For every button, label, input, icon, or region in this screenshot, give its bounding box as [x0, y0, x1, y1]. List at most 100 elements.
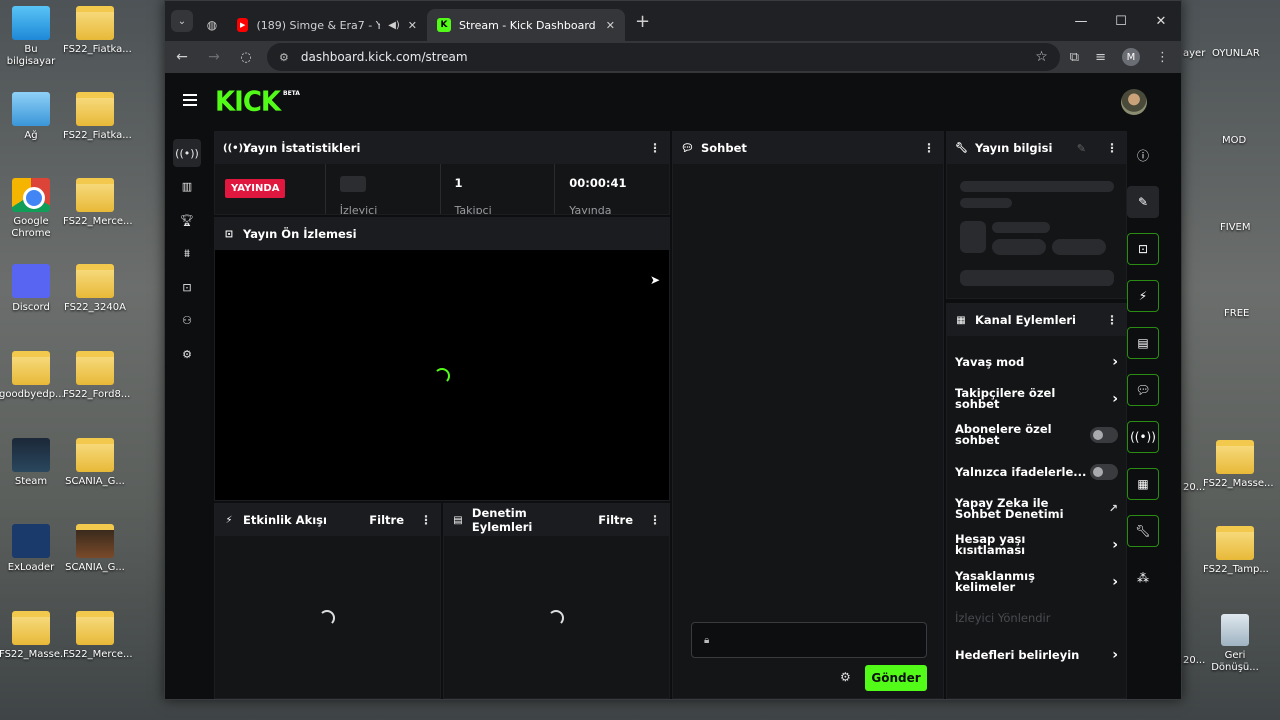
users-icon[interactable]: ⚇ — [173, 307, 201, 335]
more-options-icon[interactable]: ⋮ — [923, 141, 935, 155]
desktop-icon[interactable]: FS22_Fiatka... — [63, 92, 132, 142]
analytics-icon[interactable]: ▥ — [173, 173, 201, 201]
close-tab-icon[interactable]: ✕ — [606, 19, 615, 32]
kick-logo[interactable]: KICK — [215, 88, 281, 115]
filter-button[interactable]: Filtre — [369, 513, 404, 527]
desktop-icon-label: FS22_Tamp... — [1203, 564, 1269, 575]
channel-action-item[interactable]: Yalnızca ifadelerle... — [947, 454, 1126, 491]
broadcast-icon[interactable]: ((•)) — [1127, 421, 1159, 453]
desktop-icon[interactable]: FS22_3240A — [63, 264, 127, 314]
desktop-icon[interactable]: SCANIA_G... — [63, 438, 127, 488]
menu-icon[interactable] — [183, 94, 197, 106]
tab-kick-dashboard[interactable]: K Stream - Kick Dashboard ✕ — [427, 9, 625, 41]
chat-icon[interactable]: 💬︎ — [1127, 374, 1159, 406]
address-bar[interactable]: ⚙ dashboard.kick.com/stream ☆ — [267, 43, 1060, 71]
desktop-label[interactable]: 20... — [1183, 482, 1205, 493]
bookmark-star-icon[interactable]: ☆ — [1035, 49, 1048, 65]
camera-frame-icon[interactable]: ⊡ — [173, 273, 201, 301]
desktop-folder-fivem[interactable]: FIVEM — [1220, 222, 1251, 233]
toggle-switch[interactable] — [1090, 464, 1118, 481]
desktop-icon-fs22-tamp[interactable]: FS22_Tamp... — [1203, 526, 1269, 576]
new-tab-button[interactable]: + — [635, 11, 650, 32]
stat-followers: 1 Takipçi — [441, 164, 556, 214]
desktop-icon[interactable]: FS22_Masse... — [0, 611, 70, 661]
minimize-icon[interactable]: — — [1061, 1, 1101, 41]
close-window-icon[interactable]: ✕ — [1141, 1, 1181, 41]
close-tab-icon[interactable]: ✕ — [408, 19, 417, 32]
forward-icon[interactable]: → — [203, 49, 225, 65]
desktop-icon[interactable]: FS22_Ford8... — [63, 351, 130, 401]
tab-title: Stream - Kick Dashboard — [459, 18, 596, 32]
desktop-icon-fs22-masse[interactable]: FS22_Masse... — [1203, 440, 1274, 490]
panel-title: Yayın bilgisi — [975, 141, 1053, 155]
desktop-folder-oyunlar[interactable]: OYUNLAR — [1212, 48, 1260, 59]
desktop-label[interactable]: ayer — [1183, 48, 1205, 59]
channel-action-item[interactable]: Hesap yaşı kısıtlaması › — [947, 527, 1126, 564]
channel-action-item[interactable]: Yapay Zeka ile Sohbet Denetimi ↗ — [947, 490, 1126, 527]
channel-action-item[interactable]: Takipçilere özel sohbet › — [947, 381, 1126, 418]
document-icon[interactable]: ▤ — [1127, 327, 1159, 359]
broadcast-icon[interactable]: ((•)) — [173, 139, 201, 167]
channel-action-item[interactable]: Abonelere özel sohbet — [947, 417, 1126, 454]
camera-frame-icon[interactable]: ⊡ — [1127, 233, 1159, 265]
filter-button[interactable]: Filtre — [598, 513, 633, 527]
user-avatar[interactable] — [1121, 89, 1147, 115]
desktop-icon-label: Geri Dönüşü... — [1211, 650, 1259, 673]
maximize-icon[interactable]: ☐ — [1101, 1, 1141, 41]
desktop-icon[interactable]: Google Chrome — [0, 178, 63, 240]
chat-settings-icon[interactable]: ⚙ — [840, 670, 851, 684]
channel-action-item[interactable]: Yasaklanmış kelimeler › — [947, 564, 1126, 601]
toggle-switch[interactable] — [1090, 427, 1118, 444]
browser-menu-icon[interactable]: ⋮ — [1156, 50, 1169, 65]
desktop-folder-free[interactable]: FREE — [1224, 308, 1249, 319]
desktop-icon[interactable]: FS22_Fiatka... — [63, 6, 132, 56]
desktop-label[interactable]: 20... — [1183, 655, 1205, 666]
cursor-icon: ➤ — [650, 273, 661, 287]
edit-icon[interactable]: ✎ — [1127, 186, 1159, 218]
url-text[interactable]: dashboard.kick.com/stream — [301, 50, 468, 64]
extensions-icon[interactable]: ⧉ — [1070, 50, 1079, 65]
layout-dots-icon[interactable]: ⁂ — [1127, 562, 1159, 594]
loading-icon[interactable]: ◌ — [235, 50, 257, 65]
edit-icon[interactable]: ✎ — [1077, 142, 1086, 155]
more-options-icon[interactable]: ⋮ — [1106, 313, 1118, 327]
info-icon[interactable]: ⓘ — [1127, 139, 1159, 171]
desktop-icon[interactable]: Bu bilgisayar — [0, 6, 63, 68]
community-icon[interactable]: ⩩ — [173, 240, 201, 268]
tab-youtube[interactable]: ▶ (189) Simge & Era7 - YANKI ◀) ✕ — [227, 9, 427, 41]
tab-search-button[interactable]: ⌄ — [171, 10, 193, 32]
desktop-icon[interactable]: SCANIA_G... — [63, 524, 127, 574]
desktop-icon[interactable]: goodbyedp... — [0, 351, 65, 401]
skeleton-tag — [992, 239, 1046, 255]
channel-action-item[interactable]: Yavaş mod › — [947, 344, 1126, 381]
chat-input[interactable]: 🔒︎ — [691, 622, 927, 658]
panel-header: 💬︎ Sohbet ⋮ — [673, 132, 943, 164]
desktop-icon-recycle-bin[interactable]: Geri Dönüşü... — [1203, 614, 1267, 674]
desktop-icon[interactable]: FS22_Merce... — [63, 178, 133, 228]
desktop-icon[interactable]: ExLoader — [0, 524, 63, 574]
more-options-icon[interactable]: ⋮ — [420, 513, 432, 527]
trophy-icon[interactable]: 🏆︎ — [173, 206, 201, 234]
channel-action-item[interactable]: Hedefleri belirleyin › — [947, 637, 1126, 674]
send-button[interactable]: Gönder — [865, 665, 927, 691]
desktop-folder-mod[interactable]: MOD — [1222, 135, 1246, 146]
more-options-icon[interactable]: ⋮ — [649, 141, 661, 155]
camera-stack-icon[interactable]: ▦ — [1127, 468, 1159, 500]
settings-icon[interactable]: ⚙ — [173, 340, 201, 368]
back-icon[interactable]: ← — [171, 49, 193, 65]
profile-avatar[interactable]: M — [1122, 48, 1140, 66]
more-options-icon[interactable]: ⋮ — [649, 513, 661, 527]
desktop-icon[interactable]: Discord — [0, 264, 63, 314]
lightning-icon[interactable]: ⚡︎ — [1127, 280, 1159, 312]
wrench-icon[interactable]: 🔧︎ — [1127, 515, 1159, 547]
desktop-icon[interactable]: Steam — [0, 438, 63, 488]
more-options-icon[interactable]: ⋮ — [1106, 141, 1118, 155]
channel-action-item[interactable]: İzleyici Yönlendir — [947, 600, 1126, 637]
site-info-icon[interactable]: ⚙ — [279, 51, 289, 64]
desktop-icon[interactable]: Ağ — [0, 92, 63, 142]
tab-pinned[interactable]: ◍ — [197, 9, 227, 41]
stat-label: İzleyici — [339, 204, 378, 214]
stat-uptime: 00:00:41 Yayında — [555, 164, 669, 214]
desktop-icon[interactable]: FS22_Merce... — [63, 611, 133, 661]
media-control-icon[interactable]: ≡ — [1095, 50, 1106, 65]
